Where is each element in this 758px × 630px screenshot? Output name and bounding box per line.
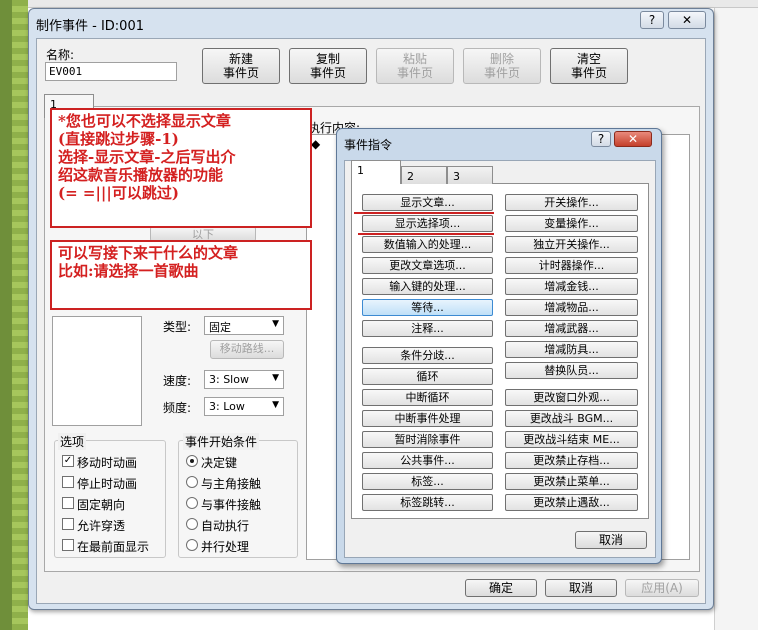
cmd-conditional-branch[interactable]: 条件分歧... [362,347,493,364]
trigger-title: 事件开始条件 [183,433,260,450]
window-title: 制作事件 - ID:001 [36,19,144,34]
apply-button[interactable]: 应用(A) [625,579,699,597]
tab-commands-1[interactable]: 1 [351,160,401,184]
cmd-change-gold[interactable]: 增减金钱... [505,278,638,295]
cmd-input-number[interactable]: 数值输入的处理... [362,236,493,253]
cancel-button[interactable]: 取消 [545,579,617,597]
chevron-down-icon: ▼ [272,400,279,410]
map-edge [0,0,12,630]
content-bullet: ◆ [311,137,321,151]
paste-page-button[interactable]: 粘贴 事件页 [376,48,454,84]
dialog-title: 事件指令 [344,138,393,152]
cmd-battle-bgm[interactable]: 更改战斗 BGM... [505,410,638,427]
editor-toolbar-edge [28,0,758,8]
tab-commands-3[interactable]: 3 [447,166,493,184]
cmd-comment[interactable]: 注释... [362,320,493,337]
radio[interactable] [186,455,198,467]
ok-button[interactable]: 确定 [465,579,537,597]
red-underline [358,233,494,235]
clear-page-button[interactable]: 清空 事件页 [550,48,628,84]
cmd-timer[interactable]: 计时器操作... [505,257,638,274]
move-speed-select[interactable]: 3: Slow ▼ [204,370,284,389]
delete-page-button[interactable]: 删除 事件页 [463,48,541,84]
cmd-common-event[interactable]: 公共事件... [362,452,493,469]
editor-right-pane [714,8,758,630]
cmd-change-party[interactable]: 替换队员... [505,362,638,379]
cmd-wait[interactable]: 等待... [362,299,493,316]
move-freq-select[interactable]: 3: Low ▼ [204,397,284,416]
dialog-close-button[interactable]: ✕ [614,131,652,147]
move-freq-label: 频度: [163,401,192,415]
cmd-change-items[interactable]: 增减物品... [505,299,638,316]
annotation-note-1: *您也可以不选择显示文章 (直接跳过步骤-1) 选择-显示文章-之后写出介 绍这… [50,108,312,228]
checkbox[interactable]: ✓ [62,455,74,467]
checkbox[interactable] [62,497,74,509]
move-type-label: 类型: [163,320,192,334]
radio[interactable] [186,539,198,551]
cmd-battle-end-me[interactable]: 更改战斗结束 ME... [505,431,638,448]
radio[interactable] [186,476,198,488]
cmd-self-switch[interactable]: 独立开关操作... [505,236,638,253]
chevron-down-icon: ▼ [272,373,279,383]
close-button[interactable]: ✕ [668,11,706,29]
cmd-label[interactable]: 标签... [362,473,493,490]
checkbox[interactable] [62,476,74,488]
red-underline [354,212,494,214]
cmd-save-access[interactable]: 更改禁止存档... [505,452,638,469]
move-speed-label: 速度: [163,374,192,388]
cmd-window-skin[interactable]: 更改窗口外观... [505,389,638,406]
move-route-button[interactable]: 移动路线... [210,340,284,359]
cmd-key-input[interactable]: 输入键的处理... [362,278,493,295]
radio[interactable] [186,518,198,530]
name-field[interactable]: EV001 [45,62,177,81]
annotation-note-2: 可以写接下来干什么的文章 比如:请选择一首歌曲 [50,240,312,310]
cmd-menu-access[interactable]: 更改禁止菜单... [505,473,638,490]
cmd-variable[interactable]: 变量操作... [505,215,638,232]
cmd-switch[interactable]: 开关操作... [505,194,638,211]
cmd-change-armor[interactable]: 增减防具... [505,341,638,358]
checkbox[interactable] [62,518,74,530]
cmd-encounter[interactable]: 更改禁止遇敌... [505,494,638,511]
options-title: 选项 [58,433,87,450]
cmd-show-text[interactable]: 显示文章... [362,194,493,211]
new-page-button[interactable]: 新建 事件页 [202,48,280,84]
cmd-jump-to-label[interactable]: 标签跳转... [362,494,493,511]
cmd-break-loop[interactable]: 中断循环 [362,389,493,406]
chevron-down-icon: ▼ [272,319,279,329]
checkbox[interactable] [62,539,74,551]
tab-commands-2[interactable]: 2 [401,166,447,184]
cmd-text-options[interactable]: 更改文章选项... [362,257,493,274]
copy-page-button[interactable]: 复制 事件页 [289,48,367,84]
cmd-change-weapons[interactable]: 增减武器... [505,320,638,337]
dialog-cancel-button[interactable]: 取消 [575,531,647,549]
cmd-erase-event[interactable]: 暂时消除事件 [362,431,493,448]
graphic-preview[interactable] [52,316,142,426]
cmd-loop[interactable]: 循环 [362,368,493,385]
dialog-help-button[interactable]: ? [591,131,611,147]
radio[interactable] [186,497,198,509]
name-label: 名称: [46,48,75,62]
help-button[interactable]: ? [640,11,664,29]
cmd-exit-event[interactable]: 中断事件处理 [362,410,493,427]
move-type-select[interactable]: 固定 ▼ [204,316,284,335]
cmd-show-choices[interactable]: 显示选择项... [362,215,493,232]
